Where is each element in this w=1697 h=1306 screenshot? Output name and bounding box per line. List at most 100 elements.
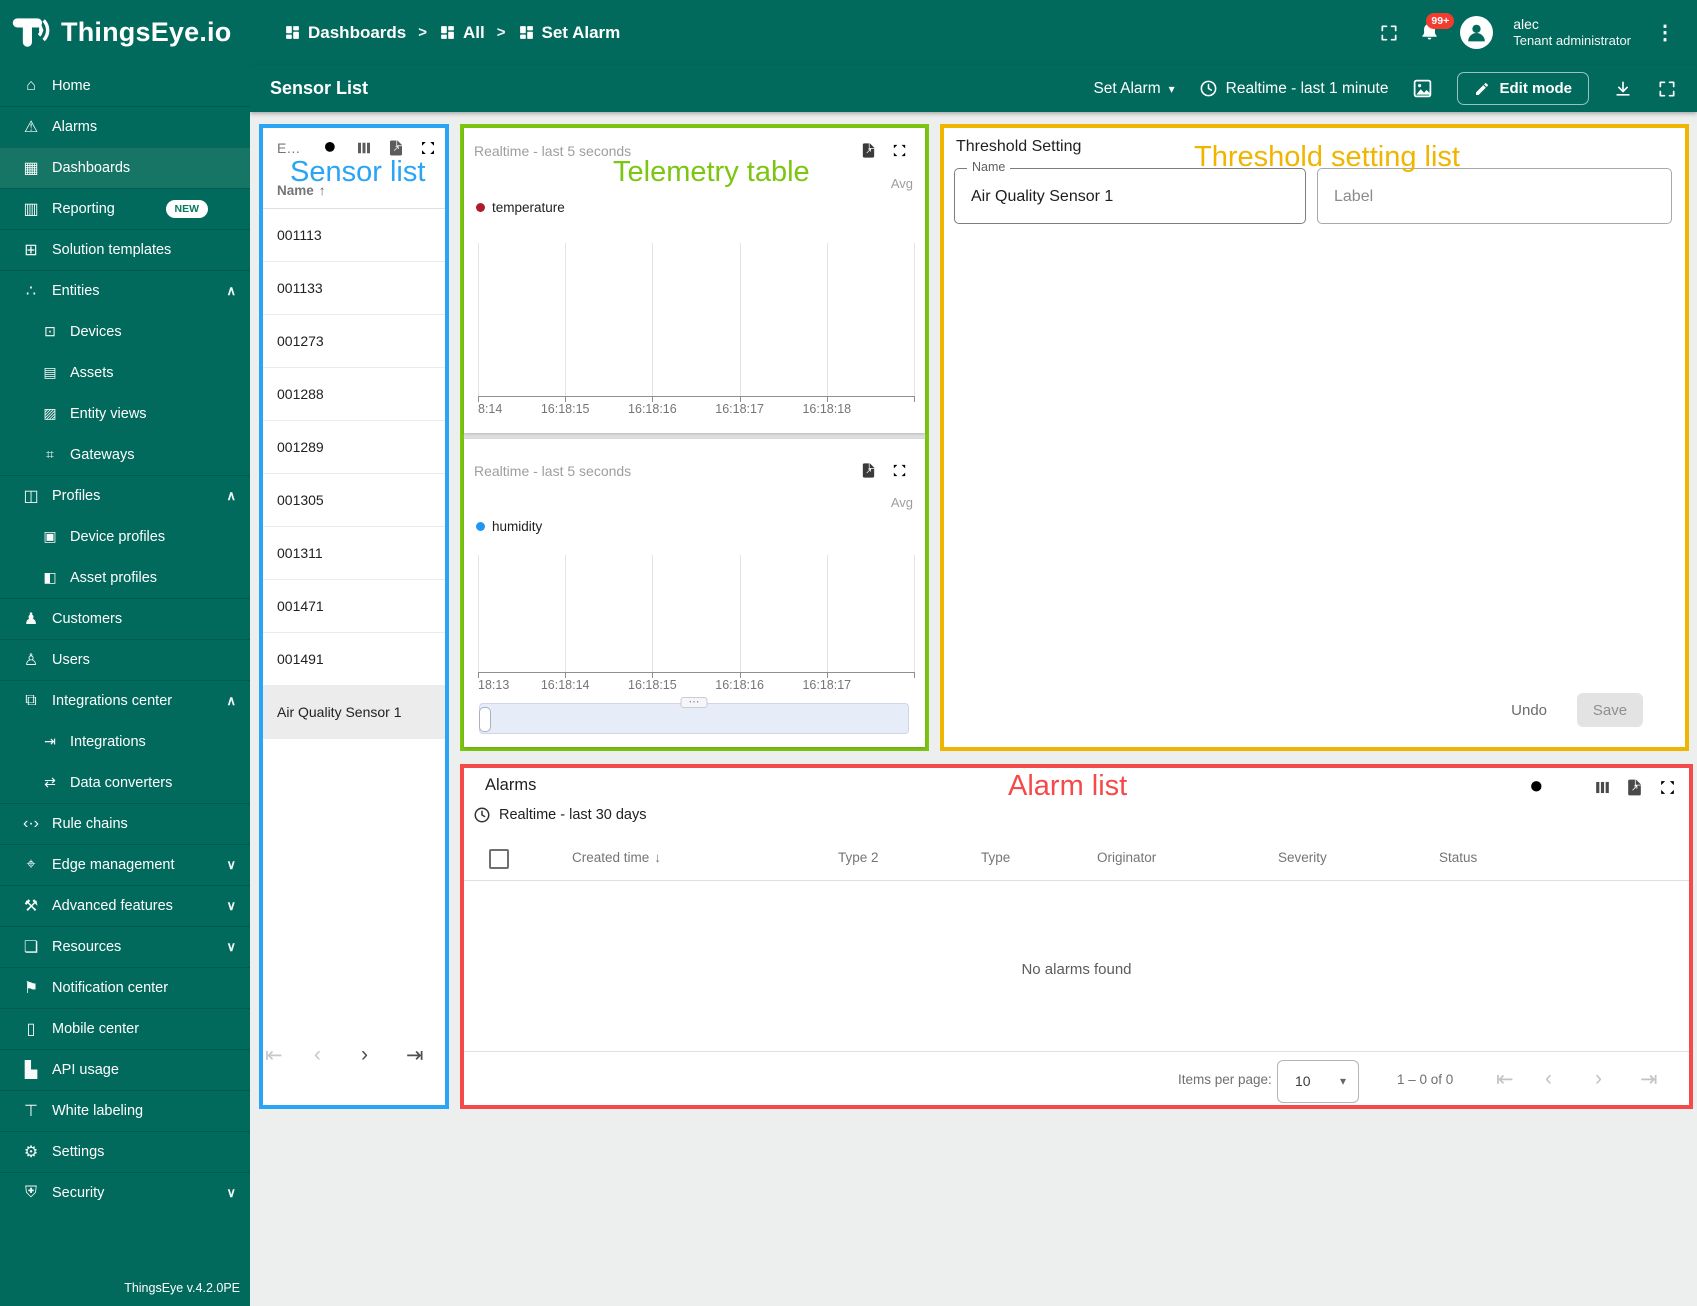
sidebar-item-white-labeling[interactable]: ⊤ White labeling (0, 1090, 250, 1131)
fullscreen-icon[interactable] (419, 139, 439, 159)
image-export-icon[interactable] (1412, 78, 1433, 99)
sidebar-item-security[interactable]: ⛨ Security ∨ (0, 1172, 250, 1213)
sensor-row[interactable]: 001491 (263, 633, 445, 686)
sensor-row[interactable]: 001471 (263, 580, 445, 633)
sidebar-item-settings[interactable]: ⚙ Settings (0, 1131, 250, 1172)
sidebar-item-users[interactable]: ♙ Users (0, 639, 250, 680)
sensor-row[interactable]: 001133 (263, 262, 445, 315)
user-info[interactable]: alec Tenant administrator (1513, 16, 1631, 50)
sidebar-item-label: Data converters (70, 774, 173, 791)
export-icon[interactable] (1625, 778, 1645, 798)
fullscreen-icon[interactable] (1658, 778, 1678, 798)
column-header-originator[interactable]: Originator (1097, 850, 1156, 865)
alarms-timewindow-button[interactable]: Realtime - last 30 days (473, 806, 646, 824)
sidebar-item-home[interactable]: ⌂ Home (0, 65, 250, 106)
select-all-checkbox[interactable] (489, 849, 509, 869)
breadcrumb-dashboards[interactable]: Dashboards (284, 23, 406, 43)
sidebar-item-api-usage[interactable]: ▙ API usage (0, 1049, 250, 1090)
next-page-icon[interactable]: › (361, 1043, 368, 1067)
fullscreen-icon[interactable] (891, 462, 909, 480)
sidebar-item-data-converters[interactable]: ⇄ Data converters (0, 762, 250, 803)
sidebar-item-solution-templates[interactable]: ⊞ Solution templates (0, 229, 250, 270)
column-header-type-2[interactable]: Type 2 (838, 850, 879, 865)
sensor-row[interactable]: Air Quality Sensor 1 (263, 686, 445, 739)
search-icon[interactable] (1528, 778, 1548, 798)
chart-timewindow[interactable]: Realtime - last 5 seconds (474, 143, 631, 159)
notifications-button[interactable]: 99+ (1419, 13, 1455, 43)
sidebar-item-dashboards[interactable]: ▦ Dashboards (0, 147, 250, 188)
sensor-row[interactable]: 001289 (263, 421, 445, 474)
slider-left-handle[interactable] (479, 707, 491, 732)
avatar[interactable] (1460, 16, 1494, 49)
sensor-row[interactable]: 001305 (263, 474, 445, 527)
sidebar-item-entities[interactable]: ∴ Entities ∧ (0, 270, 250, 311)
export-icon[interactable] (860, 462, 878, 480)
edit-mode-button[interactable]: Edit mode (1457, 72, 1589, 105)
logo[interactable]: ThingsEye.io (0, 0, 250, 65)
sensor-row[interactable]: 001288 (263, 368, 445, 421)
sidebar-item-notification-center[interactable]: ⚑ Notification center (0, 967, 250, 1008)
legend-temperature[interactable]: temperature (476, 200, 565, 215)
first-page-icon[interactable]: ⇤ (1496, 1067, 1514, 1092)
slider-grip-icon[interactable]: ⋯ (680, 697, 708, 708)
save-button[interactable]: Save (1577, 693, 1643, 727)
export-icon[interactable] (860, 142, 878, 160)
sidebar-item-resources[interactable]: ❏ Resources ∨ (0, 926, 250, 967)
label-input[interactable] (1332, 169, 1661, 225)
fullscreen-icon[interactable] (1657, 79, 1677, 99)
items-per-page-select[interactable]: 10 ▾ (1277, 1060, 1359, 1103)
sidebar-item-entity-views[interactable]: ▨ Entity views (0, 393, 250, 434)
sidebar-item-advanced-features[interactable]: ⚒ Advanced features ∨ (0, 885, 250, 926)
columns-icon[interactable] (1593, 778, 1613, 798)
sidebar-item-integrations-center[interactable]: ⧉ Integrations center ∧ (0, 680, 250, 721)
name-input[interactable] (969, 169, 1295, 225)
sidebar-item-profiles[interactable]: ◫ Profiles ∧ (0, 475, 250, 516)
more-menu-icon[interactable]: ⋮ (1651, 20, 1679, 45)
sidebar-item-device-profiles[interactable]: ▣ Device profiles (0, 516, 250, 557)
humidity-chart-card: Realtime - last 5 seconds Avg humidity 1… (464, 439, 925, 747)
chart-timewindow[interactable]: Realtime - last 5 seconds (474, 463, 631, 479)
column-header-type[interactable]: Type (981, 850, 1010, 865)
last-page-icon[interactable]: ⇥ (406, 1043, 424, 1068)
sidebar-item-gateways[interactable]: ⌗ Gateways (0, 434, 250, 475)
sensor-row[interactable]: 001311 (263, 527, 445, 580)
sensor-row[interactable]: 001273 (263, 315, 445, 368)
sidebar-item-mobile-center[interactable]: ▯ Mobile center (0, 1008, 250, 1049)
fullscreen-icon[interactable] (891, 142, 909, 160)
undo-button[interactable]: Undo (1511, 702, 1547, 719)
sidebar-item-label: Notification center (52, 980, 169, 996)
next-page-icon[interactable]: › (1595, 1067, 1602, 1091)
timewindow-button[interactable]: Realtime - last 1 minute (1199, 79, 1388, 98)
legend-humidity[interactable]: humidity (476, 519, 542, 534)
column-header-status[interactable]: Status (1439, 850, 1477, 865)
sidebar-item-asset-profiles[interactable]: ◧ Asset profiles (0, 557, 250, 598)
breadcrumb-set-alarm[interactable]: Set Alarm (518, 23, 620, 43)
download-icon[interactable] (1613, 79, 1633, 99)
dashboard-state-button[interactable]: Set Alarm ▾ (1093, 80, 1174, 98)
column-header-name[interactable]: Name ↑ (277, 183, 326, 198)
sensor-row[interactable]: 001113 (263, 209, 445, 262)
time-range-slider[interactable]: ⋯ (479, 697, 909, 734)
sidebar-item-assets[interactable]: ▤ Assets (0, 352, 250, 393)
chevron-up-icon: ∧ (226, 693, 236, 708)
search-icon[interactable] (322, 139, 342, 159)
sidebar-item-integrations[interactable]: ⇥ Integrations (0, 721, 250, 762)
prev-page-icon[interactable]: ‹ (314, 1043, 321, 1067)
user-role: Tenant administrator (1513, 33, 1631, 49)
columns-icon[interactable] (355, 139, 375, 159)
column-header-severity[interactable]: Severity (1278, 850, 1327, 865)
fullscreen-icon[interactable] (1379, 23, 1399, 43)
breadcrumb-all[interactable]: All (439, 23, 485, 43)
sidebar-item-devices[interactable]: ⊡ Devices (0, 311, 250, 352)
first-page-icon[interactable]: ⇤ (265, 1043, 283, 1068)
prev-page-icon[interactable]: ‹ (1545, 1067, 1552, 1091)
export-icon[interactable] (387, 139, 407, 159)
filter-icon[interactable] (1560, 778, 1580, 798)
sidebar-item-alarms[interactable]: ⚠ Alarms (0, 106, 250, 147)
sidebar-item-reporting[interactable]: ▥ Reporting NEW (0, 188, 250, 229)
sidebar-item-edge-management[interactable]: ⌖ Edge management ∨ (0, 844, 250, 885)
column-header-created-time[interactable]: Created time ↓ (572, 850, 661, 865)
last-page-icon[interactable]: ⇥ (1640, 1067, 1658, 1092)
sidebar-item-customers[interactable]: ♟ Customers (0, 598, 250, 639)
sidebar-item-rule-chains[interactable]: ‹·› Rule chains (0, 803, 250, 844)
